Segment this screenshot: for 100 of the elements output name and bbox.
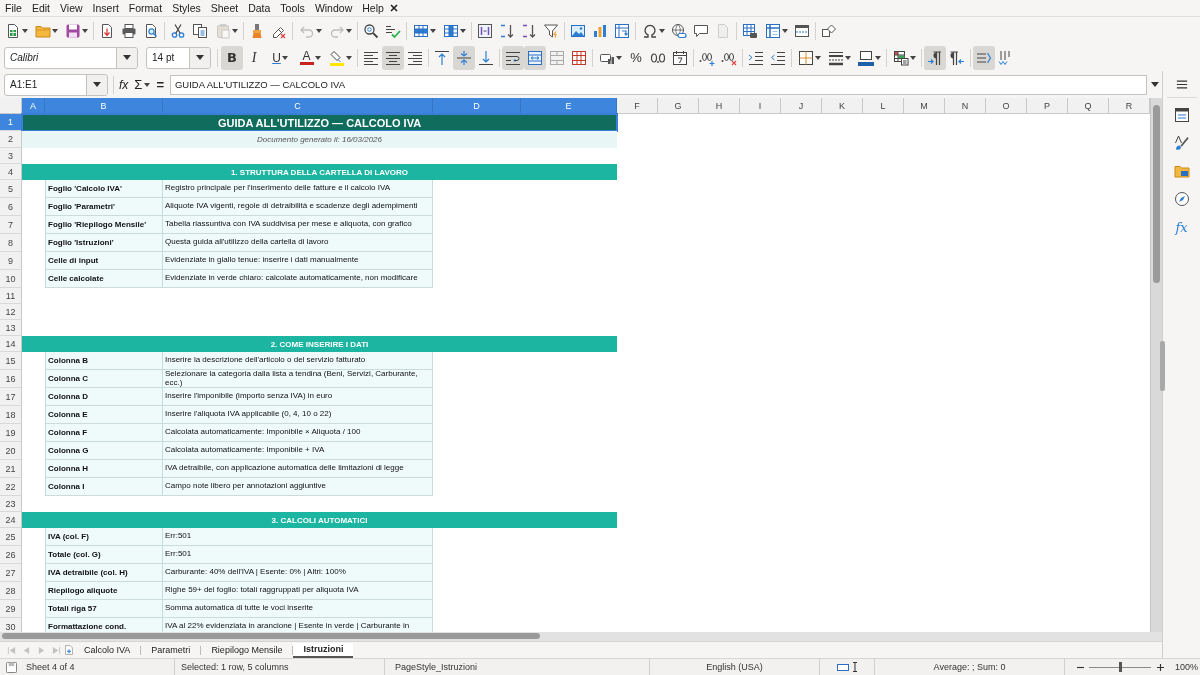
left-to-right-button[interactable] bbox=[924, 45, 946, 70]
sheet-tab[interactable]: Riepilogo Mensile bbox=[201, 642, 293, 658]
menu-item[interactable]: View bbox=[55, 0, 88, 16]
bold-button[interactable]: B bbox=[221, 45, 243, 70]
row-header[interactable]: 3 bbox=[0, 148, 22, 164]
percent-format-button[interactable]: % bbox=[625, 45, 647, 70]
sidebar-handle[interactable] bbox=[1160, 341, 1165, 391]
column-header[interactable]: I bbox=[740, 98, 781, 114]
row-header[interactable]: 7 bbox=[0, 216, 22, 234]
menu-item[interactable]: Window bbox=[309, 0, 358, 16]
row-header[interactable]: 8 bbox=[0, 234, 22, 252]
vertical-scrollbar[interactable] bbox=[1150, 98, 1162, 632]
column-header[interactable]: P bbox=[1027, 98, 1068, 114]
slider-thumb[interactable] bbox=[1119, 662, 1122, 672]
font-size-field[interactable]: 14 pt bbox=[146, 46, 211, 69]
row-header[interactable]: 27 bbox=[0, 564, 22, 582]
dropdown-button[interactable] bbox=[116, 47, 137, 68]
sum-button[interactable]: Σ bbox=[131, 74, 154, 95]
language-text[interactable]: English (USA) bbox=[706, 662, 763, 672]
row-header[interactable]: 22 bbox=[0, 478, 22, 496]
menu-item[interactable]: Insert bbox=[87, 0, 124, 16]
column-header[interactable]: Q bbox=[1068, 98, 1109, 114]
column-header[interactable]: G bbox=[658, 98, 699, 114]
font-color-button[interactable]: A bbox=[295, 45, 325, 70]
scrollbar-thumb[interactable] bbox=[2, 633, 540, 639]
row-header[interactable]: 12 bbox=[0, 304, 22, 320]
column-header[interactable]: F bbox=[617, 98, 658, 114]
horizontal-scrollbar[interactable] bbox=[0, 632, 1162, 641]
row-header[interactable]: 17 bbox=[0, 388, 22, 406]
font-name-field[interactable]: Calibri bbox=[4, 46, 138, 69]
column-header[interactable]: K bbox=[822, 98, 863, 114]
row-header[interactable]: 2 bbox=[0, 131, 22, 148]
column-header[interactable]: R bbox=[1109, 98, 1150, 114]
name-box[interactable]: A1:E1 bbox=[4, 73, 108, 96]
menu-item[interactable]: Edit bbox=[26, 0, 55, 16]
wrap-text-button[interactable] bbox=[502, 45, 524, 70]
merge-center-button[interactable] bbox=[524, 45, 546, 70]
row-header[interactable]: 20 bbox=[0, 442, 22, 460]
row-header[interactable]: 6 bbox=[0, 198, 22, 216]
document-arrow-icon bbox=[99, 22, 115, 39]
menu-item[interactable]: Help bbox=[357, 0, 389, 16]
row-header[interactable]: 9 bbox=[0, 252, 22, 270]
column-header[interactable]: M bbox=[904, 98, 945, 114]
row-header[interactable]: 5 bbox=[0, 180, 22, 198]
menu-item[interactable]: Format bbox=[123, 0, 168, 16]
add-sheet-button[interactable] bbox=[64, 643, 74, 657]
menu-item[interactable]: Sheet bbox=[205, 0, 244, 16]
zoom-in-button[interactable] bbox=[1155, 661, 1165, 673]
unmerge-cells-icon bbox=[571, 49, 587, 66]
italic-button[interactable]: I bbox=[243, 45, 265, 70]
menu-item[interactable]: Styles bbox=[167, 0, 206, 16]
omega-icon bbox=[641, 22, 658, 39]
underline-button[interactable]: U bbox=[265, 45, 295, 70]
caret-icon bbox=[658, 28, 665, 33]
column-header[interactable]: C bbox=[163, 98, 433, 114]
sheet-tab[interactable]: Istruzioni bbox=[293, 642, 354, 658]
column-header[interactable]: L bbox=[863, 98, 904, 114]
row-header[interactable]: 18 bbox=[0, 406, 22, 424]
column-header[interactable]: N bbox=[945, 98, 986, 114]
menu-item[interactable]: Data bbox=[243, 0, 276, 16]
row-header[interactable]: 13 bbox=[0, 320, 22, 336]
row-header[interactable]: 10 bbox=[0, 270, 22, 288]
column-header[interactable]: O bbox=[986, 98, 1027, 114]
functions-button[interactable]: fx bbox=[1167, 213, 1196, 241]
row-header[interactable]: 24 bbox=[0, 512, 22, 528]
menu-item[interactable]: Tools bbox=[275, 0, 310, 16]
row-header[interactable]: 1 bbox=[0, 114, 22, 131]
text-left-to-right-button[interactable] bbox=[973, 45, 995, 70]
sheet-tab[interactable]: Parametri bbox=[141, 642, 201, 658]
row-header[interactable]: 14 bbox=[0, 336, 22, 352]
column-header[interactable]: J bbox=[781, 98, 822, 114]
row-header[interactable]: 4 bbox=[0, 164, 22, 180]
align-bottom-icon bbox=[478, 49, 494, 66]
row-header[interactable]: 23 bbox=[0, 496, 22, 512]
close-button[interactable] bbox=[388, 3, 399, 13]
caret-icon bbox=[874, 55, 881, 60]
row-header[interactable]: 15 bbox=[0, 352, 22, 370]
dropdown-button[interactable] bbox=[189, 47, 210, 68]
row-header[interactable]: 28 bbox=[0, 582, 22, 600]
scrollbar-thumb[interactable] bbox=[1153, 105, 1160, 283]
dropdown-button[interactable] bbox=[86, 74, 107, 95]
row-header[interactable]: 19 bbox=[0, 424, 22, 442]
row-header[interactable]: 11 bbox=[0, 288, 22, 304]
row-header[interactable]: 30 bbox=[0, 618, 22, 632]
sheet-tab[interactable]: Calcolo IVA bbox=[74, 642, 141, 658]
align-center-button[interactable] bbox=[382, 45, 404, 70]
column-header[interactable]: H bbox=[699, 98, 740, 114]
column-header[interactable]: B bbox=[45, 98, 163, 114]
function-wizard-button[interactable]: fx bbox=[116, 74, 132, 95]
column-header[interactable]: D bbox=[433, 98, 521, 114]
row-header[interactable]: 29 bbox=[0, 600, 22, 618]
row-header[interactable]: 21 bbox=[0, 460, 22, 478]
column-header[interactable]: E bbox=[521, 98, 617, 114]
column-header[interactable]: A bbox=[22, 98, 45, 114]
formula-input-field[interactable]: GUIDA ALL'UTILIZZO — CALCOLO IVA bbox=[170, 74, 1147, 95]
row-header[interactable]: 26 bbox=[0, 546, 22, 564]
formula-button[interactable]: = bbox=[153, 74, 167, 95]
menu-item[interactable]: File bbox=[0, 0, 27, 16]
row-header[interactable]: 16 bbox=[0, 370, 22, 388]
row-header[interactable]: 25 bbox=[0, 528, 22, 546]
